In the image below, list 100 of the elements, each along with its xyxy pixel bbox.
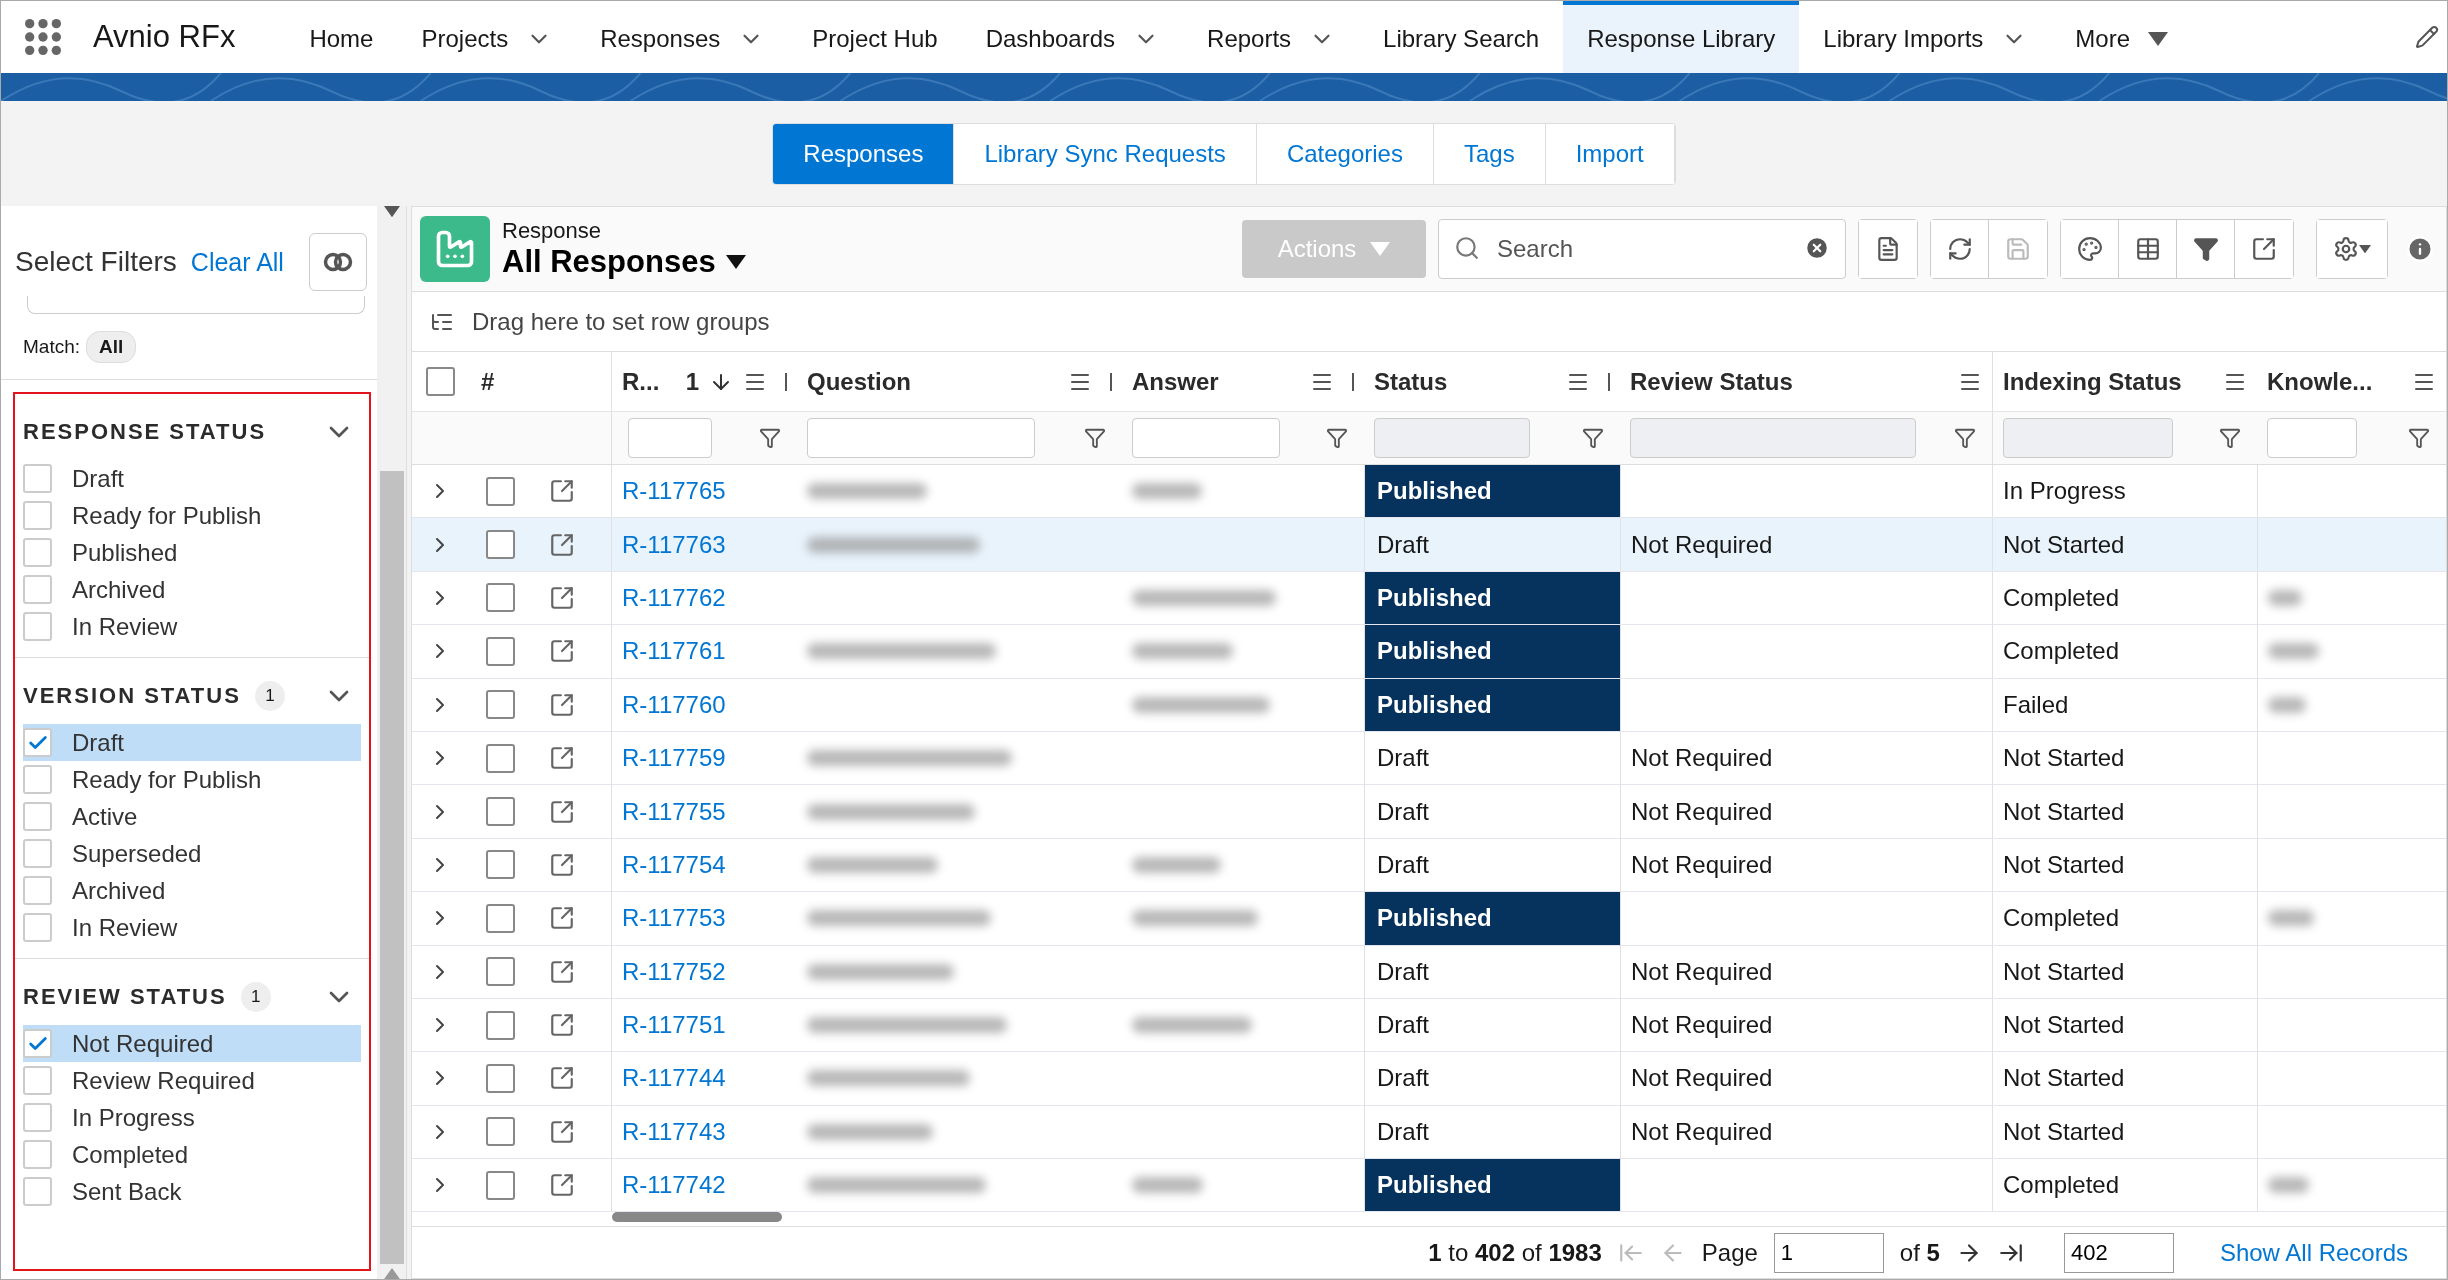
page-size-field[interactable]: 402 [2063,1232,2174,1273]
open-record-icon[interactable] [549,1065,575,1092]
row-checkbox[interactable] [486,797,515,827]
column-filter-field[interactable] [628,418,712,458]
palette-button[interactable] [2061,220,2119,278]
document-button[interactable] [1859,220,1917,278]
open-record-icon[interactable] [549,905,575,932]
link-button[interactable] [309,233,367,291]
table-row[interactable]: R-117763 Draft Not Required Not Started [412,518,2446,572]
column-header[interactable]: Question [807,367,911,396]
filter-icon[interactable] [1582,427,1604,449]
table-row[interactable]: R-117759 Draft Not Required Not Started [412,731,2446,786]
record-link[interactable]: R-117762 [622,583,726,612]
app-launcher-icon[interactable] [23,17,63,57]
open-record-icon[interactable] [549,798,575,825]
table-row[interactable]: R-117760 Published Failed [412,678,2446,732]
column-filter-field[interactable] [807,418,1035,458]
sub-tab[interactable]: Responses [773,123,955,184]
filter-option[interactable]: In Progress [23,1099,361,1136]
record-link[interactable]: R-117760 [622,690,726,719]
table-row[interactable]: R-117761 Published Completed [412,625,2446,679]
checkbox[interactable] [23,1103,52,1132]
filter-option[interactable]: In Review [23,909,361,946]
checkbox[interactable] [23,728,52,757]
match-pill[interactable]: All [86,330,137,363]
column-header[interactable]: R... [622,367,660,396]
nav-tab[interactable]: Response Library [1563,1,1800,73]
row-checkbox[interactable] [486,583,515,613]
checkbox[interactable] [23,575,52,604]
record-link[interactable]: R-117743 [622,1117,726,1146]
open-record-icon[interactable] [549,1172,575,1199]
filter-icon[interactable] [1326,427,1348,449]
nav-tab[interactable]: Dashboards [961,1,1184,73]
row-checkbox[interactable] [486,1170,515,1200]
row-checkbox[interactable] [486,476,515,506]
select-all-checkbox[interactable] [426,367,455,396]
filter-option[interactable]: In Review [23,608,361,645]
record-link[interactable]: R-117742 [622,1171,726,1200]
row-checkbox[interactable] [486,530,515,560]
list-view-selector[interactable]: All Responses [502,244,746,280]
nav-tab[interactable]: Projects [397,1,577,73]
table-row[interactable]: R-117751 Draft Not Required Not Started [412,998,2446,1053]
open-record-icon[interactable] [549,745,575,772]
checkbox[interactable] [23,802,52,831]
checkbox[interactable] [23,876,52,905]
nav-tab[interactable]: Responses [576,1,789,73]
filter-option[interactable]: Sent Back [23,1173,361,1210]
refresh-button[interactable] [1931,220,1989,278]
search-field[interactable]: Search [1438,219,1846,279]
open-record-icon[interactable] [549,1118,575,1145]
record-link[interactable]: R-117763 [622,530,726,559]
record-link[interactable]: R-117755 [622,797,726,826]
nav-tab[interactable]: Project Hub [788,1,962,73]
row-checkbox[interactable] [486,743,515,773]
record-link[interactable]: R-117744 [622,1064,726,1093]
open-record-icon[interactable] [549,851,575,878]
filter-option[interactable]: Review Required [23,1062,361,1099]
column-header[interactable]: Review Status [1630,367,1793,396]
info-icon[interactable] [2406,235,2434,263]
record-link[interactable]: R-117765 [622,477,726,506]
column-header[interactable]: Knowle... [2267,367,2373,396]
filter-icon[interactable] [1084,427,1106,449]
nav-tab[interactable]: Library Imports [1799,1,2052,73]
column-header[interactable]: Answer [1132,367,1219,396]
filter-option[interactable]: Ready for Publish [23,497,361,534]
table-row[interactable]: R-117765 Published In Progress [412,465,2446,519]
checkbox[interactable] [23,1177,52,1206]
filter-option[interactable]: Draft [23,724,361,761]
checkbox[interactable] [23,464,52,493]
open-record-icon[interactable] [549,691,575,718]
filter-icon[interactable] [2408,427,2430,449]
checkbox[interactable] [23,538,52,567]
scrollbar[interactable] [377,206,407,1279]
checkbox[interactable] [23,765,52,794]
filter-field[interactable] [27,296,365,314]
nav-tab[interactable]: Library Search [1359,1,1564,73]
open-record-icon[interactable] [549,478,575,505]
table-row[interactable]: R-117742 Published Completed [412,1159,2446,1212]
nav-tab[interactable]: Reports [1183,1,1360,73]
table-row[interactable]: R-117743 Draft Not Required Not Started [412,1105,2446,1160]
filter-option[interactable]: Archived [23,571,361,608]
table-row[interactable]: R-117744 Draft Not Required Not Started [412,1052,2446,1106]
record-link[interactable]: R-117752 [622,957,726,986]
record-link[interactable]: R-117754 [622,850,726,879]
column-filter-field[interactable] [2267,418,2357,458]
record-link[interactable]: R-117761 [622,637,726,666]
show-all-records-link[interactable]: Show All Records [2219,1238,2408,1267]
checkbox[interactable] [23,1029,52,1058]
open-record-icon[interactable] [549,1012,575,1039]
nav-tab[interactable]: Home [285,1,398,73]
edit-icon[interactable] [2415,25,2439,49]
checkbox[interactable] [23,1066,52,1095]
row-checkbox[interactable] [486,636,515,666]
row-checkbox[interactable] [486,957,515,987]
row-checkbox[interactable] [486,1117,515,1147]
filter-option[interactable]: Draft [23,460,361,497]
table-row[interactable]: R-117753 Published Completed [412,892,2446,946]
open-record-icon[interactable] [549,638,575,665]
table-row[interactable]: R-117752 Draft Not Required Not Started [412,945,2446,999]
column-header[interactable]: Indexing Status [2003,367,2182,396]
